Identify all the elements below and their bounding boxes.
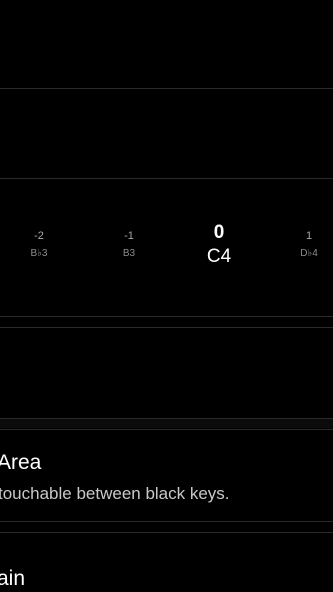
transpose-offset-label: -1: [124, 230, 134, 242]
divider: [0, 429, 333, 430]
transpose-note-label: C4: [206, 246, 232, 267]
touch-area-description: touchable between black keys.: [0, 484, 230, 503]
divider: [0, 327, 333, 328]
gain-title: ain: [0, 567, 26, 590]
transpose-offset-label: 1: [305, 230, 313, 242]
transpose-picker[interactable]: -2 B♭3 -1 B3 0 C4 1 D♭4: [0, 222, 333, 282]
transpose-note-label: B3: [122, 248, 136, 259]
divider: [0, 532, 333, 533]
divider: [0, 178, 333, 179]
transpose-option-minus-2[interactable]: -2 B♭3: [31, 222, 48, 260]
divider: [0, 418, 333, 419]
transpose-option-minus-1[interactable]: -1 B3: [123, 222, 135, 260]
transpose-note-label: D♭4: [300, 248, 318, 259]
divider: [0, 316, 333, 317]
transpose-note-label: B♭3: [30, 248, 48, 259]
transpose-option-plus-1[interactable]: 1 D♭4: [300, 222, 318, 260]
divider: [0, 521, 333, 522]
transpose-option-selected[interactable]: 0 C4: [207, 222, 231, 268]
transpose-offset-label: 0: [213, 222, 225, 243]
touch-area-title: Area: [0, 451, 42, 474]
transpose-offset-label: -2: [34, 230, 44, 242]
settings-screen: -2 B♭3 -1 B3 0 C4 1 D♭4 Area touchable b…: [0, 0, 333, 592]
divider: [0, 88, 333, 89]
section-separator: [0, 418, 333, 428]
